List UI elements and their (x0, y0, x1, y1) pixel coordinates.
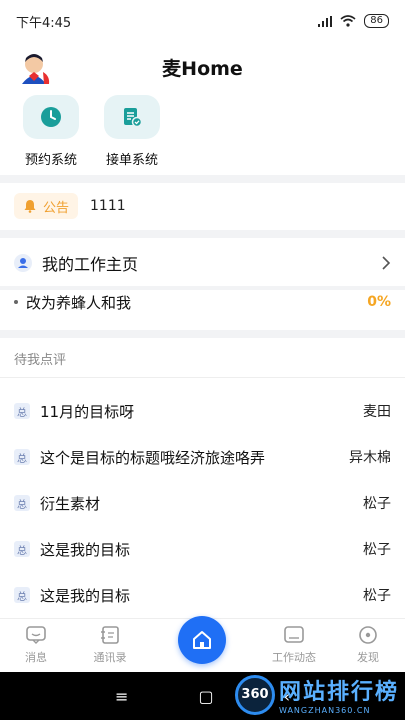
work-feed-icon (284, 626, 304, 643)
review-item-title: 11月的目标呀 (40, 402, 135, 421)
summary-tag-icon: 总 (14, 495, 30, 511)
review-item-person: 松子 (363, 496, 391, 512)
tab-messages[interactable]: 消息 (6, 625, 66, 665)
summary-tag-icon: 总 (14, 449, 30, 465)
review-item-person: 异木棉 (349, 450, 391, 466)
watermark-logo: 360 (234, 674, 275, 715)
avatar[interactable] (16, 50, 52, 86)
page-title: 麦Home (162, 57, 243, 80)
summary-tag-icon: 总 (14, 541, 30, 557)
message-icon (26, 626, 46, 644)
tab-contacts[interactable]: 通讯录 (80, 625, 140, 665)
quick-app-label: 接单系统 (105, 153, 158, 168)
watermark-text: 网站排行榜 WANGZHAN360.CN (279, 674, 399, 715)
review-item[interactable]: 总 这是我的目标 松子 (0, 526, 405, 572)
status-icons: 86 (318, 14, 389, 28)
home-nav-icon[interactable]: ▢ (198, 687, 213, 706)
section-divider (0, 230, 405, 238)
tab-label: 通讯录 (93, 651, 127, 664)
review-item-title: 这个是目标的标题哦经济旅途咯弄 (40, 448, 266, 467)
chevron-right-icon (382, 256, 391, 270)
tab-work-feed[interactable]: 工作动态 (264, 625, 324, 665)
contacts-icon (101, 626, 119, 644)
review-item-title: 这是我的目标 (40, 586, 131, 605)
review-item-person: 麦田 (363, 404, 391, 420)
goal-label: 改为养蜂人和我 (26, 293, 132, 312)
status-time: 下午4:45 (16, 15, 72, 31)
watermark-sub: WANGZHAN360.CN (278, 706, 371, 715)
watermark-main: 网站排行榜 (278, 680, 399, 705)
home-icon (193, 631, 211, 649)
menu-icon[interactable]: ≡ (115, 687, 128, 706)
notice-bar[interactable]: 公告 1111 (0, 185, 405, 227)
review-item[interactable]: 总 衍生素材 松子 (0, 480, 405, 526)
summary-tag-icon: 总 (14, 403, 30, 419)
goal-percent: 0% (367, 294, 391, 310)
quick-app-tile (104, 95, 160, 139)
watermark: 360 网站排行榜 WANGZHAN360.CN (234, 674, 399, 715)
bullet-dot (14, 300, 18, 304)
notice-text: 1111 (90, 198, 126, 214)
quick-app-booking[interactable]: 预约系统 (10, 95, 92, 168)
review-item[interactable]: 总 这是我的目标 松子 (0, 572, 405, 618)
notice-badge: 公告 (14, 193, 79, 219)
quick-app-orders[interactable]: 接单系统 (91, 95, 173, 168)
tab-discover[interactable]: 发现 (338, 625, 398, 665)
discover-icon (359, 626, 377, 644)
review-item-person: 松子 (363, 542, 391, 558)
status-bar: 下午4:45 86 (0, 0, 405, 42)
quick-app-tile (23, 95, 79, 139)
review-header: 待我点评 (0, 340, 405, 378)
tab-label: 发现 (357, 651, 379, 664)
tab-label: 工作动态 (272, 651, 316, 664)
goal-row[interactable]: 改为养蜂人和我 0% (0, 290, 405, 314)
review-item-person: 松子 (363, 588, 391, 604)
workhome-row[interactable]: 我的工作主页 (0, 240, 405, 286)
notice-badge-label: 公告 (43, 200, 70, 216)
bell-icon (24, 200, 36, 213)
tab-label: 消息 (25, 651, 47, 664)
review-item[interactable]: 总 这个是目标的标题哦经济旅途咯弄 异木棉 (0, 434, 405, 480)
workhome-label: 我的工作主页 (42, 255, 139, 274)
quick-apps: 预约系统 接单系统 (0, 95, 405, 173)
battery-indicator: 86 (364, 14, 389, 28)
order-icon (124, 108, 143, 128)
review-item-title: 这是我的目标 (40, 540, 131, 559)
review-item[interactable]: 总 11月的目标呀 麦田 (0, 388, 405, 434)
summary-tag-icon: 总 (14, 587, 30, 603)
review-item-title: 衍生素材 (40, 494, 101, 513)
header: 麦Home (0, 44, 405, 90)
section-divider (0, 175, 405, 183)
wifi-icon (340, 15, 356, 27)
signal-icon (318, 15, 333, 27)
user-icon (14, 254, 32, 272)
clock-icon (41, 107, 61, 127)
section-divider (0, 330, 405, 338)
home-button[interactable] (178, 616, 226, 664)
review-section: 待我点评 总 11月的目标呀 麦田 总 这个是目标的标题哦经济旅途咯弄 异木棉 … (0, 340, 405, 605)
quick-app-label: 预约系统 (24, 153, 77, 168)
